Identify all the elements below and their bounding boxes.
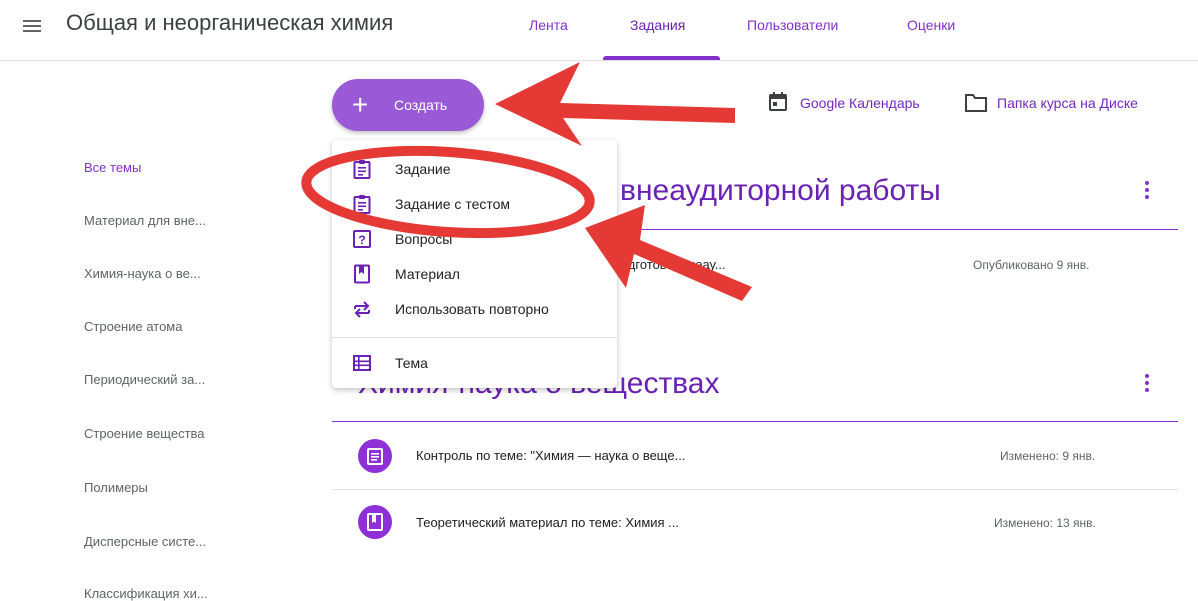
menu-item-questions[interactable]: ? Вопросы — [332, 222, 617, 256]
menu-item-label: Задание — [395, 161, 451, 177]
material-title[interactable]: Теоретический материал по теме: Химия ..… — [416, 515, 679, 530]
topic-icon — [353, 355, 371, 371]
assignment-title[interactable]: Контроль по теме: "Химия — наука о веще.… — [416, 448, 685, 463]
material-icon — [354, 264, 370, 284]
sidebar-item-all-topics[interactable]: Все темы — [84, 160, 141, 175]
sidebar-item-topic[interactable]: Материал для вне... — [84, 213, 206, 228]
google-calendar-link[interactable]: Google Календарь — [800, 95, 920, 111]
menu-item-reuse[interactable]: Использовать повторно — [332, 292, 617, 326]
create-menu: Задание Задание с тестом ? Вопросы Матер… — [332, 140, 617, 388]
material-status: Изменено: 13 янв. — [994, 516, 1096, 530]
more-options-icon[interactable] — [1145, 374, 1149, 395]
assignment-status: Опубликовано 9 янв. — [973, 258, 1090, 272]
menu-item-quiz-assignment[interactable]: Задание с тестом — [332, 187, 617, 221]
tab-feed[interactable]: Лента — [529, 17, 568, 33]
create-button[interactable]: + Создать — [332, 79, 484, 131]
menu-item-material[interactable]: Материал — [332, 257, 617, 291]
section-divider — [332, 421, 1178, 422]
assignment-icon — [353, 160, 371, 179]
topic-title[interactable]: внеаудиторной работы — [620, 174, 941, 208]
assignment-icon — [358, 439, 392, 473]
folder-icon[interactable] — [964, 93, 988, 113]
menu-item-label: Использовать повторно — [395, 301, 549, 317]
row-divider — [332, 489, 1178, 490]
menu-item-label: Вопросы — [395, 231, 453, 247]
sidebar-item-topic[interactable]: Строение вещества — [84, 426, 205, 441]
sidebar-item-topic[interactable]: Классификация хи... — [84, 586, 208, 601]
reuse-icon — [354, 301, 370, 318]
menu-item-label: Задание с тестом — [395, 196, 511, 212]
course-drive-folder-link[interactable]: Папка курса на Диске — [997, 95, 1138, 111]
material-icon — [358, 505, 392, 539]
tab-users[interactable]: Пользователи — [747, 17, 838, 33]
menu-item-label: Тема — [395, 355, 428, 371]
menu-divider — [332, 337, 617, 338]
svg-text:?: ? — [358, 233, 365, 247]
tab-assignments[interactable]: Задания — [630, 17, 685, 33]
course-title[interactable]: Общая и неорганическая химия — [66, 10, 393, 36]
sidebar-item-topic[interactable]: Дисперсные систе... — [84, 534, 206, 549]
menu-item-label: Материал — [395, 266, 460, 282]
sidebar-item-topic[interactable]: Химия-наука о ве... — [84, 266, 201, 281]
create-button-label: Создать — [394, 97, 448, 113]
question-icon: ? — [353, 230, 371, 248]
sidebar-item-topic[interactable]: Строение атома — [84, 319, 182, 334]
arrow-to-create-button — [495, 62, 735, 146]
assignment-title[interactable]: ...одготов... внеау... — [610, 257, 726, 272]
section-divider — [610, 229, 1178, 230]
top-bar: Общая и неорганическая химия Лента Задан… — [0, 0, 1198, 61]
calendar-icon[interactable] — [768, 92, 788, 112]
sidebar-item-topic[interactable]: Полимеры — [84, 480, 148, 495]
hamburger-menu-icon[interactable] — [20, 14, 44, 38]
assignment-status: Изменено: 9 янв. — [1000, 449, 1096, 463]
quiz-assignment-icon — [353, 195, 371, 214]
menu-item-assignment[interactable]: Задание — [332, 152, 617, 186]
plus-icon: + — [352, 89, 369, 120]
active-tab-indicator — [603, 56, 720, 60]
tab-grades[interactable]: Оценки — [907, 17, 955, 33]
sidebar-item-topic[interactable]: Периодический за... — [84, 372, 205, 387]
more-options-icon[interactable] — [1145, 181, 1149, 202]
menu-item-topic[interactable]: Тема — [332, 346, 617, 380]
